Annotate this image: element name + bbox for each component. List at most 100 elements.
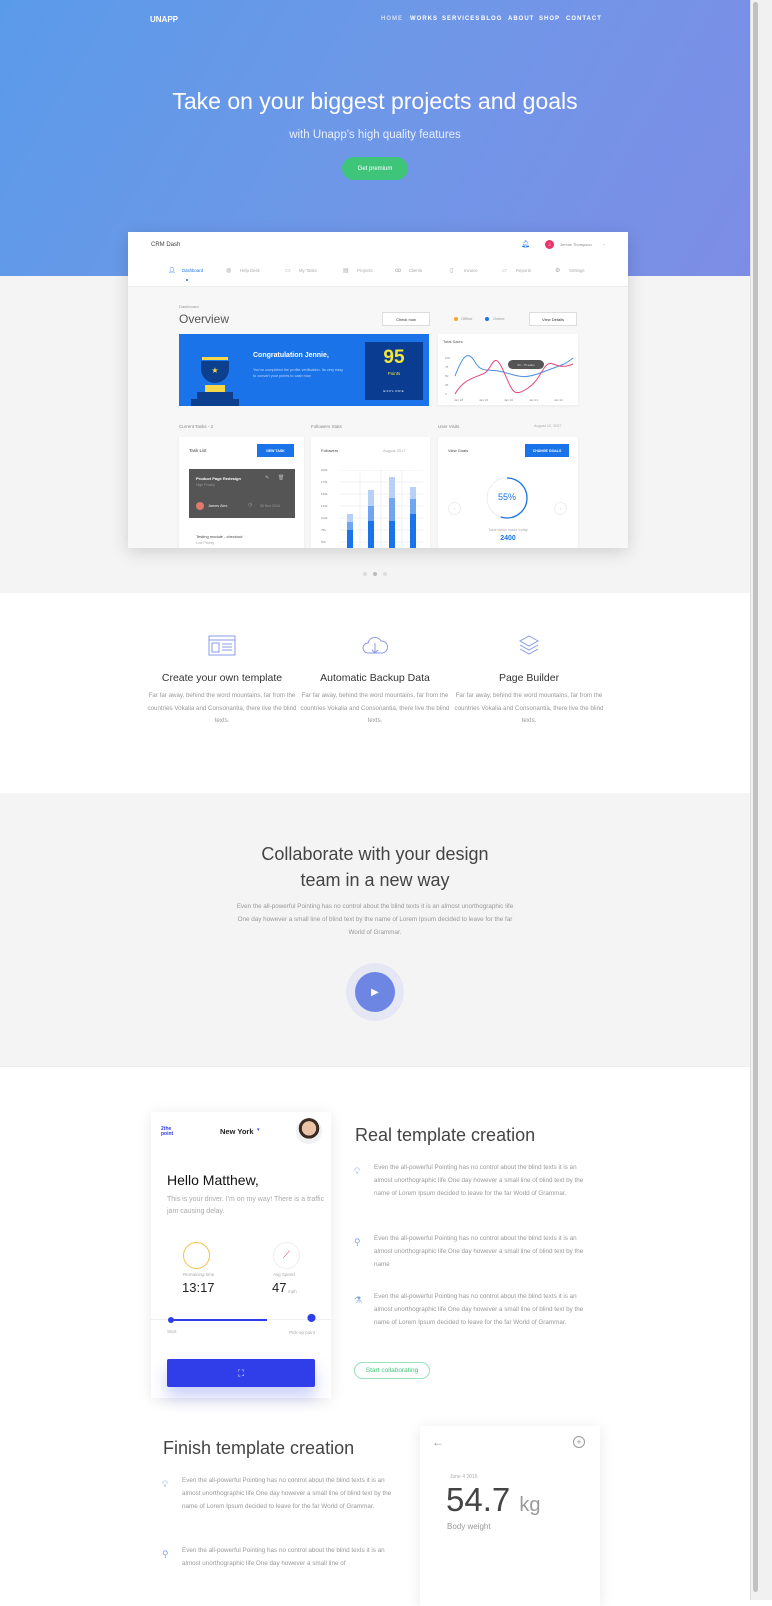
flask-icon: ⚗︎ bbox=[354, 1295, 363, 1305]
user-visits-card: View Goals CHANGE GOALS 55% ‹ › Total vi… bbox=[438, 437, 578, 548]
tab-icon: ⚙︎ bbox=[555, 268, 561, 274]
nav-home[interactable]: HOME bbox=[381, 16, 403, 22]
offline-dot-icon bbox=[454, 317, 458, 321]
chevron-down-icon[interactable]: ⌄ bbox=[602, 241, 605, 246]
bar-1 bbox=[347, 514, 353, 548]
active-tab-indicator bbox=[186, 279, 188, 281]
sales-x-tick: Jan 19 bbox=[479, 398, 489, 402]
task-list-card: Task List NEW TASK Product Page Redesign… bbox=[179, 437, 304, 548]
scrollbar-thumb[interactable] bbox=[753, 2, 758, 1592]
task-item[interactable]: Product Page Redesign High Priority ✎ 🗑︎… bbox=[189, 469, 295, 518]
nav-contact[interactable]: CONTACT bbox=[566, 16, 602, 22]
tasks-label: Current Tasks - 2 bbox=[179, 424, 214, 429]
start-collaborating-button[interactable]: Start collaborating bbox=[354, 1362, 430, 1379]
tab-my-tasks[interactable]: My Tasks bbox=[299, 268, 317, 273]
sales-line-chart bbox=[454, 355, 574, 395]
chevron-left-icon[interactable]: ‹ bbox=[448, 502, 461, 515]
tab-help-desk[interactable]: Help Desk bbox=[240, 268, 260, 273]
explore-link[interactable]: EXPLORE bbox=[365, 389, 423, 393]
bell-icon[interactable]: 🔔︎ bbox=[521, 240, 530, 248]
back-arrow-icon[interactable]: ← bbox=[432, 1435, 444, 1449]
real-item-text: Even the all-powerful Pointing has no co… bbox=[374, 1293, 584, 1326]
new-task-button[interactable]: NEW TASK bbox=[257, 444, 294, 457]
feature-text: Far far away, behind the word mountains,… bbox=[147, 692, 297, 724]
task-title: Product Page Redesign bbox=[196, 476, 241, 481]
get-premium-button[interactable]: Get premium bbox=[342, 157, 408, 180]
feature-title: Automatic Backup Data bbox=[320, 672, 430, 684]
nav-shop[interactable]: SHOP bbox=[539, 16, 560, 22]
city-select[interactable]: New York bbox=[220, 1127, 254, 1136]
slider-dot[interactable] bbox=[383, 572, 387, 576]
avatar[interactable]: J bbox=[545, 240, 554, 249]
followers-y-tick: 150k bbox=[321, 492, 328, 496]
tab-invoice[interactable]: Invoice bbox=[464, 268, 478, 273]
views-label: Total views made today bbox=[488, 528, 528, 532]
tab-icon: ▯ bbox=[450, 268, 454, 274]
sales-y-tick: 25 bbox=[445, 383, 449, 387]
feature-item: Page Builder Far far away, behind the wo… bbox=[454, 635, 604, 728]
goal-percent: 55% bbox=[497, 492, 516, 502]
view-details-button[interactable]: View Details bbox=[529, 312, 577, 326]
trash-icon[interactable]: 🗑︎ bbox=[278, 475, 284, 481]
bar-3 bbox=[389, 477, 395, 548]
visits-date[interactable]: August 12, 2017 bbox=[534, 424, 562, 428]
feature-item: Create your own template Far far away, b… bbox=[147, 635, 297, 728]
caret-down-icon[interactable]: ▾ bbox=[257, 1127, 260, 1133]
remaining-time: 13:17 bbox=[182, 1280, 215, 1295]
tab-projects[interactable]: Projects bbox=[357, 268, 373, 273]
nav-blog[interactable]: BLOG bbox=[481, 16, 502, 22]
start-dot bbox=[168, 1317, 174, 1323]
change-goals-button[interactable]: CHANGE GOALS bbox=[525, 444, 569, 457]
user-name[interactable]: Jennie Thompson bbox=[560, 242, 592, 247]
finish-title: Finish template creation bbox=[163, 1438, 355, 1458]
tab-settings[interactable]: Settings bbox=[569, 268, 585, 273]
play-icon: ▶ bbox=[371, 986, 379, 998]
slider-dot[interactable] bbox=[363, 572, 367, 576]
visits-label: User Visits bbox=[438, 424, 460, 429]
task-title[interactable]: Testing module - checkout bbox=[196, 534, 242, 539]
bar-4 bbox=[410, 487, 416, 548]
tab-icon: 👤︎ bbox=[168, 268, 176, 274]
edit-icon[interactable]: ✎ bbox=[265, 475, 269, 481]
layers-icon bbox=[518, 635, 540, 655]
map-button[interactable]: ⛶ bbox=[167, 1359, 315, 1387]
followers-y-tick: 75k bbox=[321, 528, 326, 532]
chevron-right-icon[interactable]: › bbox=[554, 502, 567, 515]
nav-works[interactable]: WORKS bbox=[410, 16, 438, 22]
sales-y-tick: 50 bbox=[445, 374, 449, 378]
slider-dot[interactable] bbox=[373, 572, 377, 576]
sales-x-tick: Jan 22 bbox=[554, 398, 564, 402]
driver-avatar bbox=[296, 1118, 322, 1144]
greeting: Hello Matthew, bbox=[167, 1172, 259, 1188]
total-sales-card: Total Sales 100 75 50 25 0 Jan 18 Jan 19 Jan 20… bbox=[438, 334, 578, 405]
followers-month-select[interactable]: August 2017 bbox=[383, 448, 405, 453]
feature-text: Far far away, behind the word mountains,… bbox=[300, 692, 450, 724]
sales-x-tick: Jan 21 bbox=[529, 398, 539, 402]
check-now-button[interactable]: Check now bbox=[382, 312, 430, 326]
start-label: Start bbox=[167, 1329, 177, 1334]
breadcrumb: Dashboard bbox=[179, 304, 199, 309]
finish-item-text: Even the all-powerful Pointing has no co… bbox=[182, 1547, 385, 1567]
followers-y-tick: 50k bbox=[321, 540, 326, 544]
speed-label: Avg Speed bbox=[273, 1272, 295, 1277]
nav-about[interactable]: ABOUT bbox=[508, 16, 534, 22]
view-goals-title: View Goals bbox=[448, 448, 469, 453]
sales-title: Total Sales bbox=[443, 339, 463, 344]
tab-reports[interactable]: Reports bbox=[516, 268, 531, 273]
task-priority: Low Priority bbox=[196, 541, 215, 545]
add-icon[interactable]: + bbox=[573, 1436, 585, 1448]
followers-y-tick: 175k bbox=[321, 480, 328, 484]
tab-dashboard[interactable]: Dashboard bbox=[182, 268, 203, 273]
task-priority: High Priority bbox=[196, 483, 216, 487]
real-title: Real template creation bbox=[355, 1125, 536, 1145]
weight-date: June 4 2015 bbox=[450, 1474, 478, 1480]
tab-clients[interactable]: Clients bbox=[409, 268, 422, 273]
brand-logo[interactable]: UNAPP bbox=[150, 15, 178, 24]
dashboard-preview: CRM Dash 🔔︎ J Jennie Thompson ⌄ 👤︎ Dashbo… bbox=[128, 232, 628, 548]
feature-text: Far far away, behind the word mountains,… bbox=[454, 692, 604, 724]
compass-icon: ⚲ bbox=[162, 1549, 169, 1559]
followers-y-tick: 200k bbox=[321, 468, 328, 472]
tab-icon: ▱ bbox=[502, 268, 507, 274]
play-video-button[interactable]: ▶ bbox=[355, 972, 395, 1012]
nav-services[interactable]: SERVICES bbox=[442, 16, 480, 22]
